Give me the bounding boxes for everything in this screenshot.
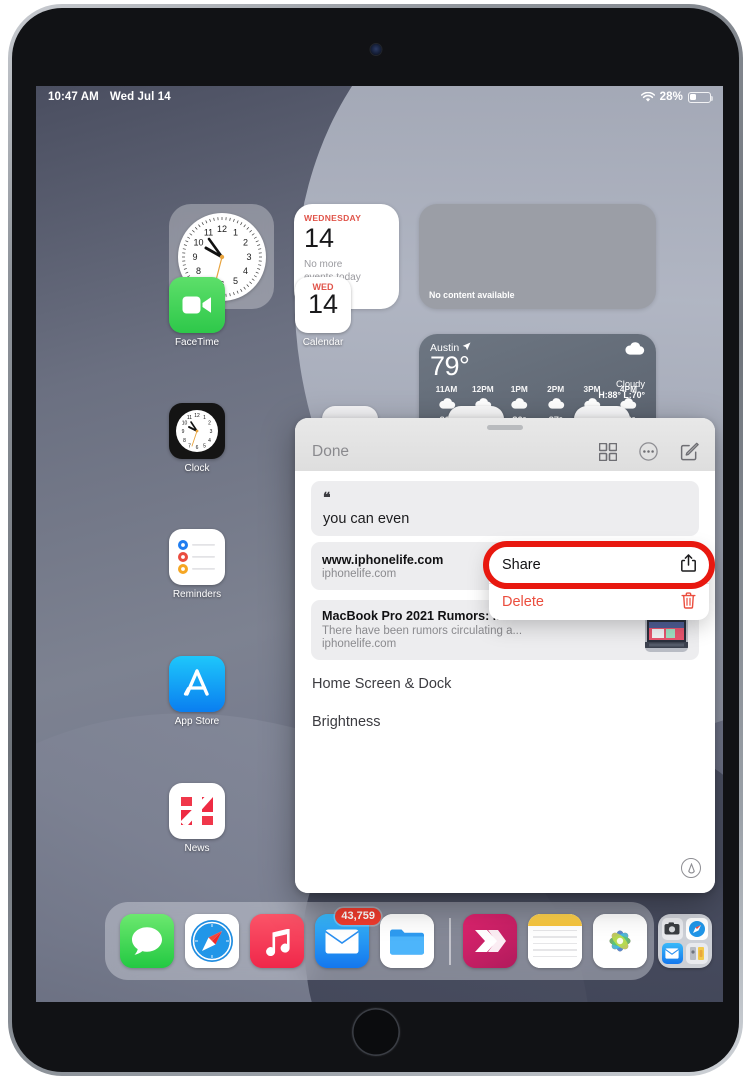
markup-pen-icon[interactable] [681, 858, 701, 878]
calendar-icon-date: 14 [307, 289, 339, 319]
wifi-icon [640, 91, 655, 103]
quote-card[interactable]: ❝ you can even [311, 481, 699, 536]
notes-sheet-toolbar: Done [295, 418, 715, 471]
svg-text:3: 3 [210, 429, 213, 435]
link-host: iphonelife.com [322, 638, 397, 650]
app-label: News [184, 843, 210, 854]
svg-text:2: 2 [208, 421, 211, 427]
mini-settings-icon [686, 942, 708, 964]
dock-app-photos[interactable] [592, 914, 647, 968]
reminders-icon [169, 529, 225, 585]
app-icon-reminders[interactable]: Reminders [159, 529, 235, 600]
context-menu-item-delete[interactable]: Delete [489, 584, 709, 620]
dock: 43,759 [105, 902, 712, 980]
context-menu-item-share[interactable]: Share [489, 547, 709, 583]
quote-mark-icon: ❝ [323, 489, 331, 505]
quote-text: you can even [323, 511, 410, 527]
svg-text:12: 12 [194, 413, 200, 419]
dock-divider [449, 917, 451, 965]
mini-camera-icon [661, 918, 684, 940]
context-menu-label: Share [502, 557, 541, 573]
svg-text:1: 1 [203, 415, 206, 421]
mini-safari-icon [686, 918, 708, 940]
battery-percent-label: 28% [659, 91, 683, 103]
mail-badge: 43,759 [335, 908, 381, 925]
note-body-line[interactable]: Home Screen & Dock [312, 676, 699, 692]
front-camera-icon [370, 44, 381, 55]
sheet-grabber-handle[interactable] [487, 425, 523, 430]
svg-text:10: 10 [182, 421, 188, 427]
status-bar-time: 10:47 AM [48, 91, 99, 103]
app-icon-facetime[interactable]: FaceTime [159, 277, 235, 348]
dock-app-mail[interactable]: 43,759 [315, 908, 381, 968]
link-description: There have been rumors circulating a... [322, 625, 523, 637]
app-label: Calendar [302, 337, 344, 348]
app-store-icon [169, 656, 225, 712]
svg-text:6: 6 [196, 445, 199, 451]
notes-sheet-body: ❝ you can even www.iphonelife.com iphone… [295, 471, 715, 893]
svg-text:5: 5 [203, 444, 206, 450]
app-icon-calendar[interactable]: WED 14 Calendar [285, 277, 361, 348]
facetime-icon [169, 277, 225, 333]
svg-text:8: 8 [183, 438, 186, 444]
svg-text:11: 11 [187, 415, 192, 421]
grid-view-icon[interactable] [599, 442, 617, 461]
compose-icon[interactable] [680, 442, 699, 461]
more-circle-icon[interactable] [639, 442, 658, 461]
svg-text:9: 9 [182, 429, 185, 435]
dock-app-notes[interactable] [527, 914, 582, 968]
dock-recent-apps-folder[interactable] [657, 914, 712, 968]
app-label: Clock [184, 463, 210, 474]
app-icon-app-store[interactable]: App Store [159, 656, 235, 727]
home-button[interactable] [351, 1008, 400, 1056]
news-icon [169, 783, 225, 839]
svg-text:7: 7 [188, 444, 191, 450]
dock-app-music[interactable] [250, 914, 304, 968]
context-menu: Share Delete [489, 547, 709, 620]
app-label: App Store [174, 716, 220, 727]
app-icon-news[interactable]: News [159, 783, 235, 854]
clock-icon: 12 3 6 9 12 45 78 10 11 [169, 403, 225, 459]
trash-icon [681, 591, 696, 613]
context-menu-label: Delete [502, 594, 544, 610]
mini-mail-icon [661, 942, 684, 964]
dock-app-files[interactable] [380, 914, 434, 968]
svg-text:4: 4 [208, 438, 211, 444]
note-body-line[interactable]: Brightness [312, 714, 699, 730]
ipad-device: 10:47 AM Wed Jul 14 28% 12 1 2 3 4 5 8 9… [8, 4, 743, 1076]
calendar-icon: WED 14 [295, 277, 351, 333]
dock-app-safari[interactable] [185, 914, 239, 968]
status-bar-date: Wed Jul 14 [109, 91, 171, 103]
battery-icon [688, 91, 714, 103]
done-button[interactable]: Done [312, 443, 349, 461]
app-label: FaceTime [174, 337, 220, 348]
device-bezel: 10:47 AM Wed Jul 14 28% 12 1 2 3 4 5 8 9… [12, 8, 739, 1072]
dock-app-shortcuts[interactable] [462, 914, 517, 968]
ipad-screen: 10:47 AM Wed Jul 14 28% 12 1 2 3 4 5 8 9… [36, 86, 723, 1002]
dock-app-messages[interactable] [120, 914, 174, 968]
status-bar: 10:47 AM Wed Jul 14 28% [36, 86, 723, 108]
share-icon [681, 554, 696, 576]
app-label: Reminders [172, 589, 222, 600]
notes-sheet: Done ❝ you can even www.iphonelife.com i… [295, 418, 715, 893]
app-icon-clock[interactable]: 12 3 6 9 12 45 78 10 11 Clock [159, 403, 235, 474]
